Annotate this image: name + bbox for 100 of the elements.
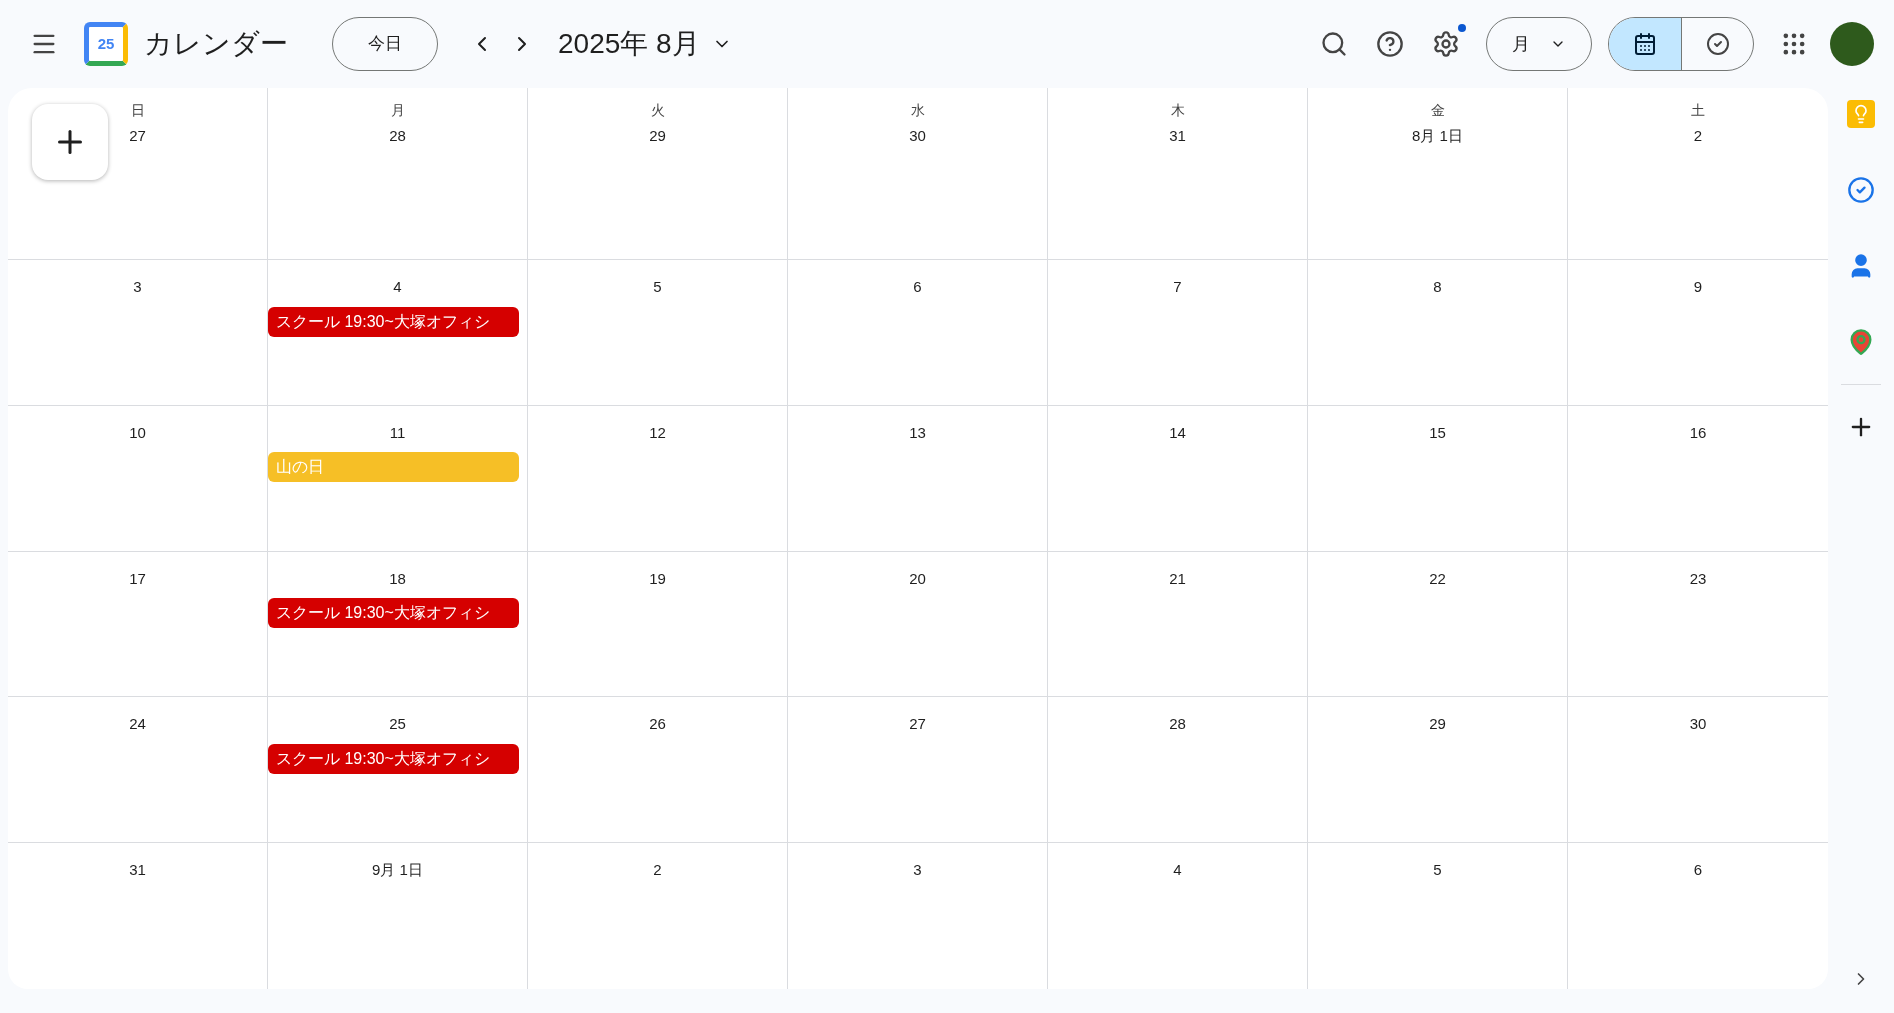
- day-number: 19: [649, 568, 666, 589]
- day-number: 28: [389, 126, 406, 146]
- check-circle-icon: [1705, 32, 1730, 56]
- weekday-label: 火: [650, 101, 665, 120]
- day-number: 21: [1169, 568, 1186, 589]
- day-cell[interactable]: 4: [1048, 843, 1308, 989]
- weekday-label: 水: [910, 101, 925, 120]
- day-number: 6: [913, 277, 922, 298]
- day-number: 30: [909, 126, 926, 146]
- day-cell[interactable]: 月 28: [268, 88, 528, 261]
- day-cell[interactable]: 20: [788, 551, 1048, 698]
- event-chip[interactable]: スクール 19:30~大塚オフィシ: [268, 743, 519, 774]
- day-cell[interactable]: 19: [528, 551, 788, 698]
- day-cell[interactable]: 9: [1568, 260, 1828, 406]
- day-cell[interactable]: 日 27: [8, 88, 268, 261]
- day-number: 13: [909, 422, 926, 443]
- day-number: 23: [1689, 568, 1707, 589]
- day-number: 9: [1693, 277, 1703, 298]
- day-number: 17: [129, 568, 146, 589]
- day-cell[interactable]: 24: [8, 697, 268, 844]
- day-cell[interactable]: 13: [788, 405, 1048, 552]
- calendar-icon: [1633, 32, 1657, 56]
- avatar[interactable]: [1830, 22, 1874, 66]
- day-number: 14: [1169, 422, 1186, 443]
- day-number: 26: [649, 714, 666, 735]
- day-number: 29: [1429, 714, 1446, 735]
- help-icon: [1376, 30, 1404, 58]
- day-number: 27: [129, 126, 146, 146]
- day-cell[interactable]: 29: [1308, 697, 1568, 844]
- day-cell[interactable]: 4 スクール 19:30~大塚オフィシ: [268, 260, 528, 406]
- day-cell[interactable]: 6: [1568, 843, 1828, 989]
- day-cell[interactable]: 14: [1048, 405, 1308, 552]
- day-number: 4: [1173, 860, 1182, 881]
- day-cell[interactable]: 7: [1048, 260, 1308, 406]
- settings-icon: [1432, 30, 1460, 58]
- day-number: 3: [133, 277, 142, 298]
- day-cell[interactable]: 18 スクール 19:30~大塚オフィシ: [268, 551, 528, 698]
- day-number: 18: [389, 568, 406, 589]
- day-number: 10: [129, 422, 146, 443]
- search-icon: [1320, 30, 1348, 58]
- day-number: 7: [1173, 277, 1182, 298]
- day-number: 28: [1169, 714, 1186, 735]
- day-number: 30: [1689, 714, 1707, 735]
- weekday-label: 土: [1691, 101, 1705, 120]
- day-cell[interactable]: 27: [788, 697, 1048, 844]
- day-cell[interactable]: 12: [528, 405, 788, 552]
- day-number: 9月 1日: [372, 860, 423, 881]
- check-circle-icon[interactable]: [1847, 176, 1875, 204]
- day-cell[interactable]: 15: [1308, 405, 1568, 552]
- day-cell[interactable]: 木 31: [1048, 88, 1308, 261]
- day-cell[interactable]: 30: [1568, 697, 1828, 844]
- day-cell[interactable]: 土 2: [1568, 88, 1828, 261]
- day-cell[interactable]: 8: [1308, 260, 1568, 406]
- day-cell[interactable]: 21: [1048, 551, 1308, 698]
- day-cell[interactable]: 22: [1308, 551, 1568, 698]
- day-number: 2: [1693, 126, 1703, 146]
- day-cell[interactable]: 11 山の日: [268, 405, 528, 552]
- day-cell[interactable]: 25 スクール 19:30~大塚オフィシ: [268, 697, 528, 844]
- calendar-view-button[interactable]: [1609, 18, 1681, 70]
- logo-text: 25: [97, 33, 115, 54]
- day-cell[interactable]: 5: [528, 260, 788, 406]
- day-number: 5: [1433, 860, 1442, 881]
- day-cell[interactable]: 9月 1日: [268, 843, 528, 989]
- day-number: 25: [389, 714, 406, 735]
- day-cell[interactable]: 23: [1568, 551, 1828, 698]
- create-button[interactable]: [32, 104, 108, 180]
- weekday-label: 金: [1430, 101, 1445, 120]
- day-cell[interactable]: 6: [788, 260, 1048, 406]
- day-cell[interactable]: 2: [528, 843, 788, 989]
- period-selector[interactable]: 2025年 8月: [558, 23, 732, 65]
- day-number: 12: [649, 422, 666, 443]
- event-chip[interactable]: スクール 19:30~大塚オフィシ: [268, 598, 519, 629]
- day-number: 29: [649, 126, 666, 146]
- day-number: 5: [653, 277, 662, 298]
- day-cell[interactable]: 5: [1308, 843, 1568, 989]
- day-number: 16: [1689, 422, 1707, 443]
- weekday-label: 月: [390, 101, 405, 120]
- day-number: 3: [913, 860, 922, 881]
- day-cell[interactable]: 火 29: [528, 88, 788, 261]
- day-number: 31: [1169, 126, 1186, 146]
- day-cell[interactable]: 26: [528, 697, 788, 844]
- day-cell[interactable]: 3: [788, 843, 1048, 989]
- day-cell[interactable]: 3: [8, 260, 268, 406]
- day-number: 2: [653, 860, 662, 881]
- day-number: 27: [909, 714, 926, 735]
- day-cell[interactable]: 28: [1048, 697, 1308, 844]
- day-cell[interactable]: 水 30: [788, 88, 1048, 261]
- day-cell[interactable]: 金 8月 1日: [1308, 88, 1568, 261]
- weekday-label: 木: [1170, 101, 1185, 120]
- day-cell[interactable]: 10: [8, 405, 268, 552]
- day-number: 8月 1日: [1412, 126, 1463, 146]
- day-cell[interactable]: 16: [1568, 405, 1828, 552]
- day-number: 15: [1429, 422, 1446, 443]
- day-number: 22: [1429, 568, 1446, 589]
- day-number: 4: [393, 277, 402, 298]
- day-number: 6: [1693, 860, 1703, 881]
- day-cell[interactable]: 31: [8, 843, 268, 989]
- event-chip[interactable]: スクール 19:30~大塚オフィシ: [268, 306, 519, 337]
- day-number: 24: [129, 714, 146, 735]
- day-cell[interactable]: 17: [8, 551, 268, 698]
